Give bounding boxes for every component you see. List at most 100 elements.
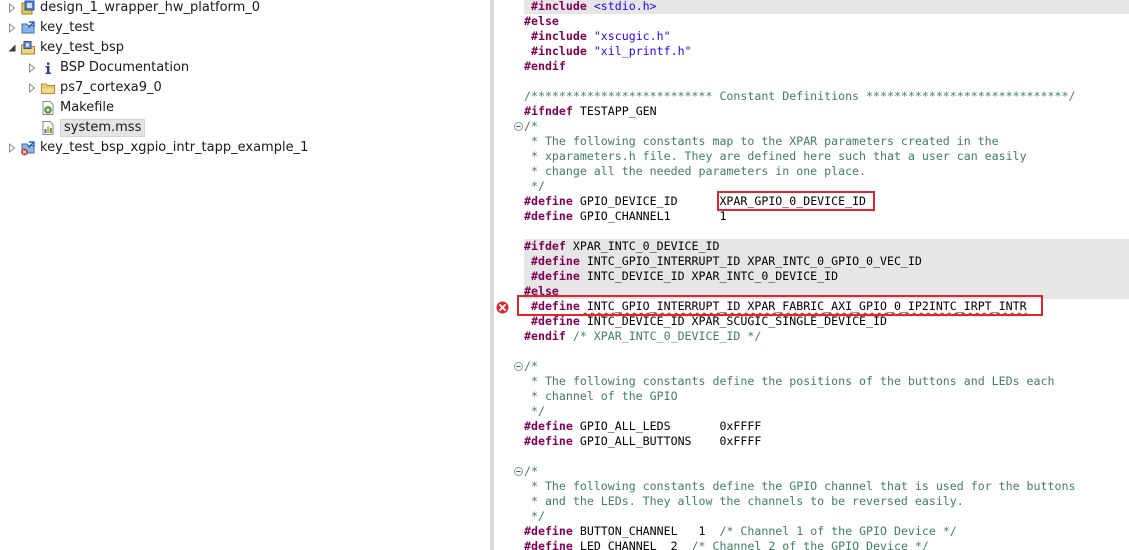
keyword-token: #include <box>524 44 594 58</box>
string-token: "xil_printf.h" <box>593 44 692 58</box>
keyword-token: #ifndef <box>524 104 573 118</box>
code-line[interactable]: * The following constants define the GPI… <box>524 479 1129 494</box>
collapsed-arrow-icon[interactable] <box>6 18 18 38</box>
code-line[interactable]: #ifdef XPAR_INTC_0_DEVICE_ID <box>524 239 1129 254</box>
comment-token: /************************** Constant Def… <box>524 89 1076 103</box>
tree-item-key-test-bsp-xgpio-intr-tapp-example-1[interactable]: key_test_bsp_xgpio_intr_tapp_example_1 <box>6 138 308 158</box>
keyword-token: #define <box>524 314 580 328</box>
code-token: GPIO_CHANNEL1 1 <box>572 209 727 223</box>
code-line[interactable] <box>524 449 1129 464</box>
code-token: INTC_GPIO_INTERRUPT_ID XPAR_FABRIC_AXI_G… <box>579 299 1027 313</box>
keyword-token: #define <box>524 194 573 208</box>
code-line[interactable]: #else <box>524 14 1129 29</box>
code-line[interactable]: #define INTC_GPIO_INTERRUPT_ID XPAR_INTC… <box>524 254 1129 269</box>
comment-token: /* <box>524 359 538 373</box>
code-line[interactable]: #define INTC_DEVICE_ID XPAR_INTC_0_DEVIC… <box>524 269 1129 284</box>
info-icon <box>40 60 56 76</box>
code-token: GPIO_ALL_BUTTONS 0xFFFF <box>572 434 762 448</box>
fold-collapse-icon[interactable] <box>514 467 523 476</box>
keyword-token: #endif <box>524 329 566 343</box>
tree-item-key-test[interactable]: key_test <box>6 18 94 38</box>
code-line[interactable]: #define GPIO_CHANNEL1 1 <box>524 209 1129 224</box>
folder-icon <box>40 80 56 96</box>
keyword-token: #ifdef <box>524 239 566 253</box>
keyword-token: #define <box>524 254 580 268</box>
code-token: GPIO_ALL_LEDS 0xFFFF <box>572 419 762 433</box>
code-token: LED_CHANNEL 2 <box>572 539 692 550</box>
code-line[interactable]: #define INTC_DEVICE_ID XPAR_SCUGIC_SINGL… <box>524 314 1129 329</box>
keyword-token: #define <box>524 434 573 448</box>
code-line[interactable]: * and the LEDs. They allow the channels … <box>524 494 1129 509</box>
code-line-error[interactable]: #define INTC_GPIO_INTERRUPT_ID XPAR_FABR… <box>524 299 1129 314</box>
collapsed-arrow-icon[interactable] <box>6 0 18 18</box>
comment-token: */ <box>524 179 545 193</box>
keyword-token: #endif <box>524 59 566 73</box>
keyword-token: #else <box>524 284 559 298</box>
mss-file-icon <box>40 120 56 136</box>
collapsed-arrow-icon[interactable] <box>26 58 38 78</box>
comment-token: * The following constants define the pos… <box>524 374 1055 388</box>
code-line[interactable]: #define GPIO_ALL_BUTTONS 0xFFFF <box>524 434 1129 449</box>
code-line[interactable]: /* <box>524 359 1129 374</box>
code-line[interactable]: #include "xscugic.h" <box>524 29 1129 44</box>
code-line[interactable] <box>524 224 1129 239</box>
string-token: "xscugic.h" <box>593 29 671 43</box>
fold-collapse-icon[interactable] <box>514 122 523 131</box>
code-line[interactable]: * The following constants map to the XPA… <box>524 134 1129 149</box>
code-line[interactable]: #endif /* XPAR_INTC_0_DEVICE_ID */ <box>524 329 1129 344</box>
keyword-token: #include <box>524 0 594 13</box>
keyword-token: #define <box>524 419 573 433</box>
code-line[interactable]: * change all the needed parameters in on… <box>524 164 1129 179</box>
code-line[interactable]: */ <box>524 179 1129 194</box>
code-line[interactable]: #define LED_CHANNEL 2 /* Channel 2 of th… <box>524 539 1129 550</box>
tree-item-system-mss[interactable]: system.mss <box>26 118 146 138</box>
tree-item-key-test-bsp[interactable]: key_test_bsp <box>6 38 124 58</box>
code-line[interactable]: #else <box>524 284 1129 299</box>
keyword-token: #define <box>524 299 580 313</box>
comment-token: * and the LEDs. They allow the channels … <box>524 494 964 508</box>
application-project-icon <box>20 20 36 36</box>
code-line[interactable]: */ <box>524 509 1129 524</box>
code-token: INTC_DEVICE_ID XPAR_INTC_0_DEVICE_ID <box>579 269 839 283</box>
keyword-token: #include <box>524 29 594 43</box>
tree-item-design-1-wrapper-hw-platform-0[interactable]: design_1_wrapper_hw_platform_0 <box>6 0 260 18</box>
code-line[interactable]: /************************** Constant Def… <box>524 89 1129 104</box>
code-line[interactable]: * xparameters.h file. They are defined h… <box>524 149 1129 164</box>
code-line[interactable]: /* <box>524 464 1129 479</box>
string-token: <stdio.h> <box>593 0 657 13</box>
code-line[interactable]: #endif <box>524 59 1129 74</box>
comment-token: /* Channel 1 of the GPIO Device */ <box>719 524 957 538</box>
code-line[interactable]: #ifndef TESTAPP_GEN <box>524 104 1129 119</box>
code-token: BUTTON_CHANNEL 1 <box>572 524 720 538</box>
tree-item-label: key_test_bsp_xgpio_intr_tapp_example_1 <box>40 140 309 155</box>
code-line[interactable] <box>524 344 1129 359</box>
code-line[interactable]: * The following constants define the pos… <box>524 374 1129 389</box>
keyword-token: #define <box>524 539 573 550</box>
expanded-arrow-icon[interactable] <box>6 38 18 58</box>
code-token: INTC_DEVICE_ID XPAR_SCUGIC_SINGLE_DEVICE… <box>579 314 887 328</box>
comment-token: * change all the needed parameters in on… <box>524 164 867 178</box>
fold-collapse-icon[interactable] <box>514 362 523 371</box>
tree-item-makefile[interactable]: Makefile <box>26 98 114 118</box>
error-icon[interactable] <box>496 299 509 314</box>
code-line[interactable]: #include <stdio.h> <box>524 0 1129 14</box>
keyword-token: #define <box>524 524 573 538</box>
tree-item-ps7-cortexa9-0[interactable]: ps7_cortexa9_0 <box>26 78 162 98</box>
hardware-platform-icon <box>20 0 36 16</box>
code-line[interactable] <box>524 74 1129 89</box>
code-line[interactable]: #define BUTTON_CHANNEL 1 /* Channel 1 of… <box>524 524 1129 539</box>
tree-item-bsp-documentation[interactable]: BSP Documentation <box>26 58 189 78</box>
code-line[interactable]: #define GPIO_DEVICE_ID XPAR_GPIO_0_DEVIC… <box>524 194 1129 209</box>
collapsed-arrow-icon[interactable] <box>26 78 38 98</box>
collapsed-arrow-icon[interactable] <box>6 138 18 158</box>
code-line[interactable]: /* <box>524 119 1129 134</box>
code-editor[interactable]: #include <stdio.h> #else #include "xscugi… <box>524 0 1129 550</box>
code-line[interactable]: #define GPIO_ALL_LEDS 0xFFFF <box>524 419 1129 434</box>
code-line[interactable]: */ <box>524 404 1129 419</box>
code-token: INTC_GPIO_INTERRUPT_ID XPAR_INTC_0_GPIO_… <box>579 254 922 268</box>
tree-item-label: Makefile <box>60 100 115 115</box>
code-line[interactable]: #include "xil_printf.h" <box>524 44 1129 59</box>
code-line[interactable]: * channel of the GPIO <box>524 389 1129 404</box>
comment-token: */ <box>524 509 545 523</box>
